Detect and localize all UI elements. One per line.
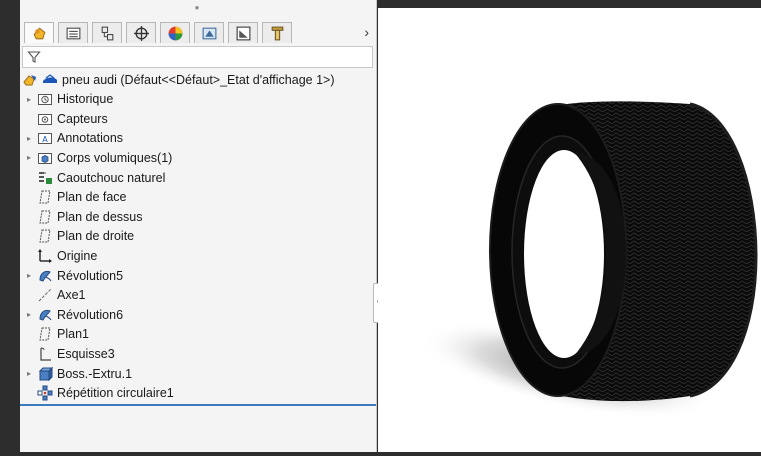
extrude-icon — [37, 366, 53, 382]
revolve-icon — [37, 268, 53, 284]
simulation-manager-icon — [236, 26, 250, 40]
tree-filter-input[interactable] — [22, 46, 373, 68]
tree-item-plan-de-face[interactable]: Plan de face — [24, 188, 127, 207]
sketch-icon — [37, 346, 53, 362]
plane-icon — [37, 228, 53, 244]
tree-item-label: Axe1 — [57, 288, 86, 303]
tree-rollback-bar[interactable] — [20, 404, 376, 406]
tree-root-label: pneu audi (Défaut<<Défaut>_Etat d'affich… — [62, 72, 335, 87]
dimxpert-manager-icon — [133, 25, 149, 41]
tab-simulation-manager[interactable] — [228, 22, 258, 43]
tree-item-label: Boss.-Extru.1 — [57, 366, 133, 381]
tire-inner-hole — [524, 150, 604, 358]
tree-item-label: Historique — [57, 92, 114, 107]
svg-text:A: A — [42, 135, 48, 144]
tree-root-part[interactable]: pneu audi (Défaut<<Défaut>_Etat d'affich… — [22, 70, 335, 89]
history-folder-icon — [37, 91, 53, 107]
tree-item-revolution5[interactable]: ▸ Révolution5 — [24, 266, 123, 285]
tree-item-repetition-circulaire1[interactable]: Répétition circulaire1 — [24, 384, 174, 403]
viewport-top-frame — [378, 0, 761, 8]
tab-dimxpert-manager[interactable] — [126, 22, 156, 43]
tree-item-plan1[interactable]: Plan1 — [24, 325, 89, 344]
revolve-icon — [37, 307, 53, 323]
tree-item-label: Plan de dessus — [57, 209, 143, 224]
tree-item-annotations[interactable]: ▸ A Annotations — [24, 129, 123, 148]
tab-cam-manager[interactable] — [194, 22, 224, 43]
origin-icon — [37, 248, 53, 264]
bottom-window-frame — [0, 452, 761, 456]
axis-icon — [37, 287, 53, 303]
tree-item-label: Révolution5 — [57, 268, 124, 283]
property-manager-icon — [66, 27, 80, 39]
annotations-folder-icon: A — [37, 130, 53, 146]
sensors-folder-icon — [37, 111, 53, 127]
expand-arrow-icon[interactable]: ▸ — [24, 95, 34, 104]
plane-icon — [37, 326, 53, 342]
expand-arrow-icon[interactable]: ▸ — [24, 310, 34, 319]
expand-arrow-icon[interactable]: ▸ — [24, 153, 34, 162]
tree-item-label: Révolution6 — [57, 307, 124, 322]
plane-icon — [37, 209, 53, 225]
feature-manager-panel: ● › pneu audi (Défaut<<Défaut>_Etat d'af… — [20, 0, 377, 452]
tree-item-axe1[interactable]: Axe1 — [24, 286, 86, 305]
feature-manager-icon — [33, 26, 45, 39]
plane-icon — [37, 189, 53, 205]
expand-arrow-icon[interactable]: ▸ — [24, 134, 34, 143]
tree-item-origine[interactable]: Origine — [24, 246, 97, 265]
manager-tabs: › — [22, 18, 375, 44]
display-state-icon — [42, 72, 58, 88]
tree-item-historique[interactable]: ▸ Historique — [24, 90, 113, 109]
left-window-frame — [0, 0, 20, 456]
analysis-manager-icon — [271, 26, 283, 40]
expand-arrow-icon[interactable]: ▸ — [24, 271, 34, 280]
tab-configuration-manager[interactable] — [92, 22, 122, 43]
tree-item-label: Plan1 — [57, 327, 89, 342]
tree-item-plan-de-droite[interactable]: Plan de droite — [24, 227, 134, 246]
tree-item-capteurs[interactable]: Capteurs — [24, 109, 108, 128]
tree-item-label: Annotations — [57, 131, 124, 146]
material-icon — [37, 170, 53, 186]
tree-item-caoutchouc-naturel[interactable]: Caoutchouc naturel — [24, 168, 165, 187]
tab-feature-manager[interactable] — [24, 22, 54, 43]
tree-item-boss-extru-1[interactable]: ▸ Boss.-Extru.1 — [24, 364, 132, 383]
tab-property-manager[interactable] — [58, 22, 88, 43]
cam-manager-icon — [202, 27, 216, 39]
tree-item-label: Esquisse3 — [57, 346, 115, 361]
circular-pattern-icon — [37, 385, 53, 401]
tire-3d-model[interactable] — [378, 0, 761, 452]
tab-analysis-manager[interactable] — [262, 22, 292, 43]
graphics-viewport[interactable] — [378, 0, 761, 452]
tab-display-manager[interactable] — [160, 22, 190, 43]
tree-item-label: Caoutchouc naturel — [57, 170, 166, 185]
tree-item-label: Plan de face — [57, 190, 127, 205]
solid-bodies-folder-icon — [37, 150, 53, 166]
tree-item-label: Corps volumiques(1) — [57, 150, 173, 165]
tree-item-corps-volumiques-1[interactable]: ▸ Corps volumiques(1) — [24, 148, 172, 167]
configuration-manager-icon — [101, 26, 113, 40]
tree-item-revolution6[interactable]: ▸ Révolution6 — [24, 305, 123, 324]
part-icon — [22, 72, 38, 88]
panel-grip-icon[interactable]: ● — [192, 3, 202, 13]
tree-item-plan-de-dessus[interactable]: Plan de dessus — [24, 207, 142, 226]
tree-item-label: Plan de droite — [57, 229, 135, 244]
tree-item-label: Répétition circulaire1 — [57, 386, 174, 401]
tree-item-label: Capteurs — [57, 111, 108, 126]
tabs-more-chevron-icon[interactable]: › — [364, 24, 369, 40]
tree-item-label: Origine — [57, 248, 98, 263]
display-manager-icon — [168, 26, 182, 40]
filter-funnel-icon — [27, 51, 41, 63]
expand-arrow-icon[interactable]: ▸ — [24, 369, 34, 378]
tree-item-esquisse3[interactable]: Esquisse3 — [24, 344, 115, 363]
